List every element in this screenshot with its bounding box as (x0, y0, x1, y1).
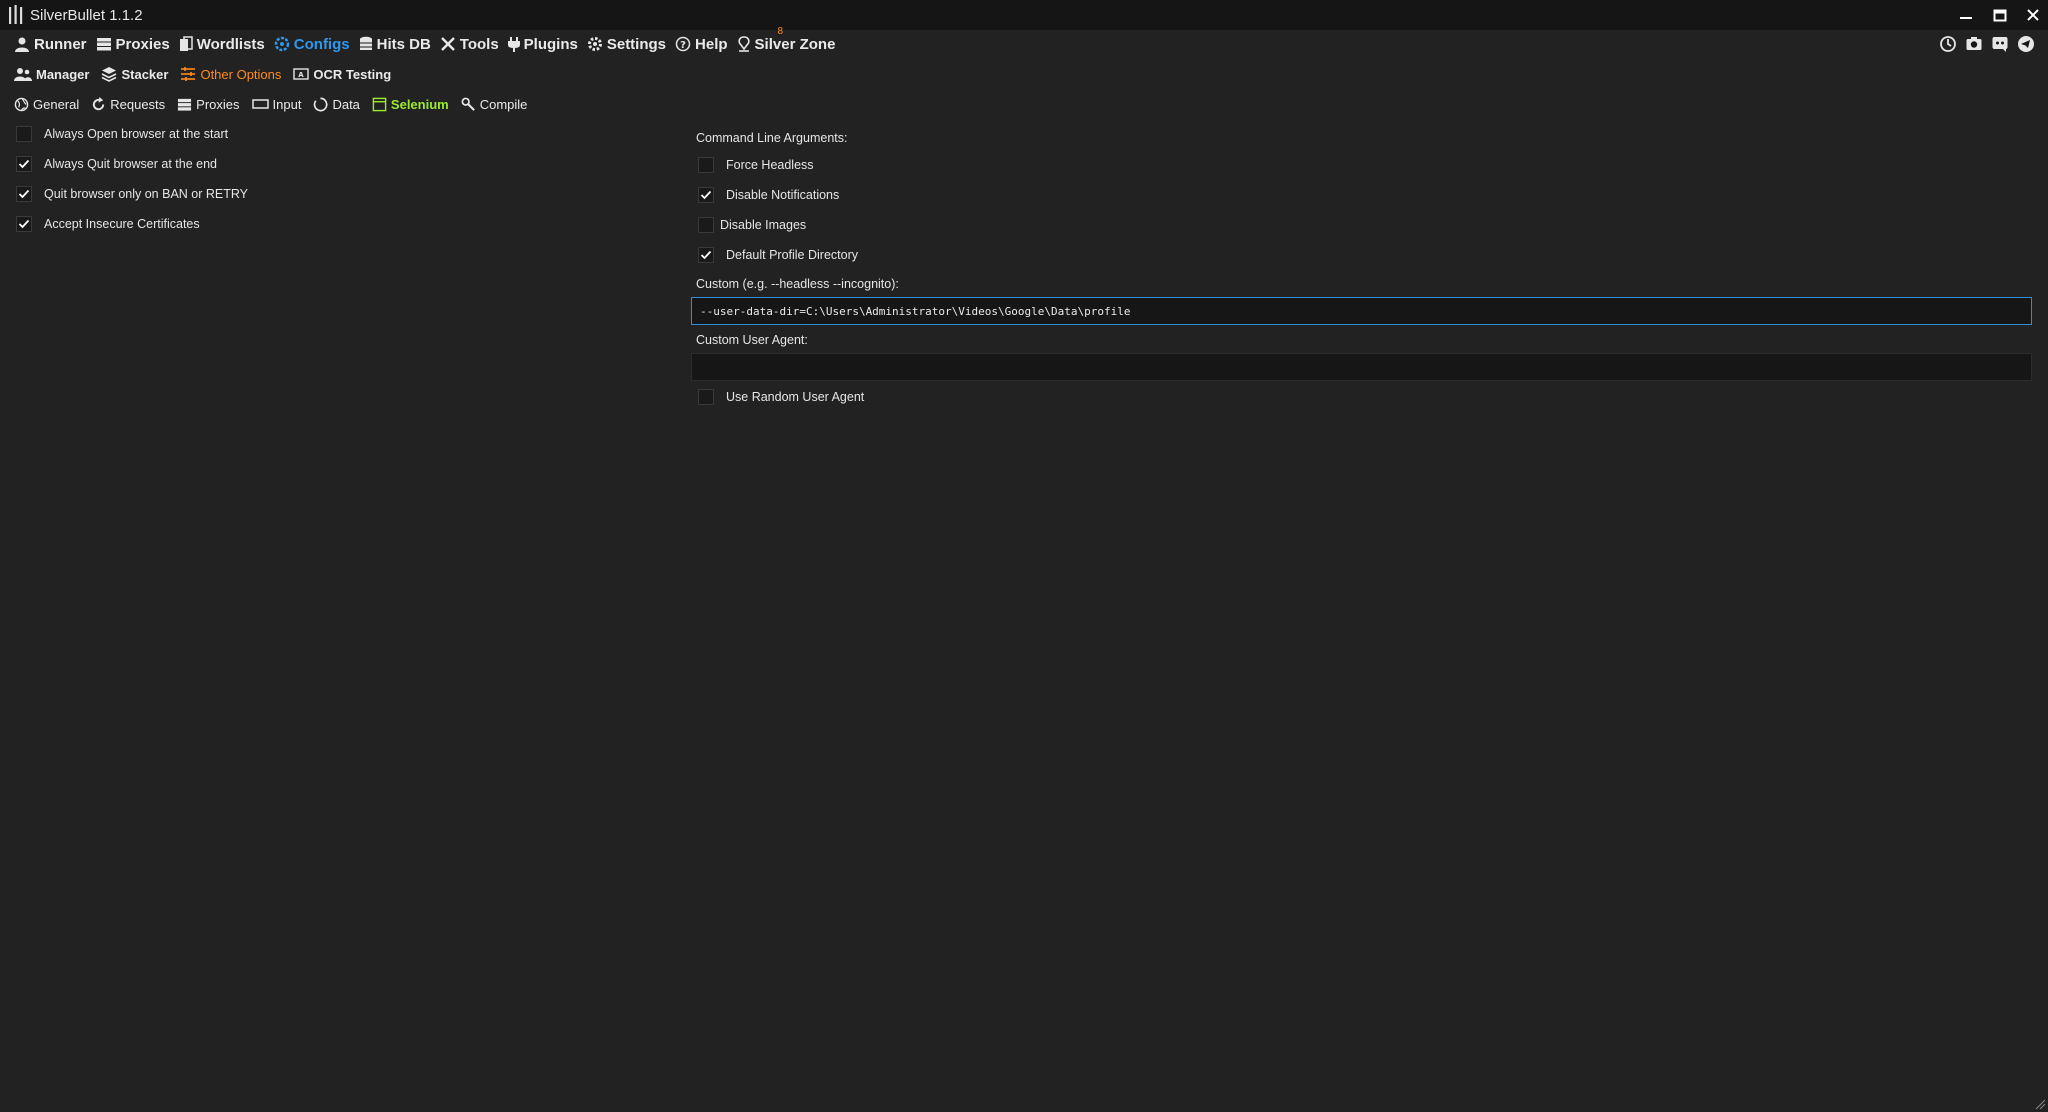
option-accept-insecure-certs: Accept Insecure Certificates (16, 216, 200, 232)
nav-proxies[interactable]: Proxies (96, 36, 170, 53)
tab-manager[interactable]: Manager (14, 67, 89, 82)
tab-data[interactable]: Data (313, 97, 360, 112)
minimize-button[interactable] (1953, 4, 1979, 26)
checkbox-label: Disable Images (720, 218, 807, 232)
nav-runner[interactable]: Runner (14, 36, 87, 53)
globe-icon (14, 97, 29, 111)
nav-wordlists[interactable]: Wordlists (179, 36, 265, 53)
svg-text:A: A (299, 71, 305, 79)
checkbox[interactable] (16, 186, 32, 202)
ocr-icon: A (293, 68, 310, 80)
option-force-headless: Force Headless (698, 157, 814, 173)
checkbox-label: Default Profile Directory (726, 248, 858, 262)
custom-user-agent-label: Custom User Agent: (696, 333, 808, 347)
redo-icon (93, 96, 105, 110)
tab-other-options[interactable]: Other Options (180, 66, 281, 82)
tab-stacker[interactable]: Stacker (101, 66, 168, 82)
option-always-quit-browser: Always Quit browser at the end (16, 156, 217, 172)
checkbox[interactable] (16, 216, 32, 232)
title-bar: SilverBullet 1.1.2 (0, 0, 2048, 30)
maximize-button[interactable] (1987, 4, 2013, 26)
svg-text:?: ? (680, 40, 686, 51)
gear-icon (587, 37, 602, 51)
resize-grip-icon[interactable] (2034, 1098, 2046, 1110)
toolbar-icons (1938, 34, 2036, 54)
option-default-profile-dir: Default Profile Directory (698, 247, 858, 263)
command-line-heading: Command Line Arguments: (696, 131, 848, 145)
custom-args-input[interactable] (691, 297, 2032, 325)
tab-requests[interactable]: Requests (91, 96, 165, 112)
app-logo-icon (9, 5, 23, 24)
nav-configs[interactable]: Configs (274, 36, 350, 53)
server-icon (178, 98, 192, 111)
documents-icon (179, 36, 193, 51)
nav-tools[interactable]: Tools (440, 36, 499, 53)
checkbox[interactable] (16, 126, 32, 142)
nav-silver-zone[interactable]: 8 Silver Zone (737, 26, 835, 53)
checkbox-label: Always Open browser at the start (44, 127, 229, 141)
tab-input[interactable]: Input (251, 97, 301, 112)
checkbox[interactable] (698, 389, 714, 405)
custom-args-label: Custom (e.g. --headless --incognito): (696, 277, 899, 291)
tools-icon (440, 37, 455, 51)
window-title: SilverBullet 1.1.2 (30, 7, 143, 24)
checkbox-label: Disable Notifications (726, 188, 840, 202)
option-disable-images: Disable Images (698, 217, 806, 233)
tab-compile[interactable]: Compile (461, 97, 527, 112)
custom-user-agent-input[interactable] (691, 353, 2032, 381)
settings-gear-icon (274, 36, 290, 52)
database-icon (359, 36, 372, 50)
plug-icon (507, 37, 520, 52)
nav-plugins[interactable]: Plugins (507, 36, 578, 53)
options-subnav: General Requests Proxies Input Data Sele… (14, 93, 539, 115)
history-icon[interactable] (1938, 34, 1958, 54)
close-button[interactable] (2020, 4, 2046, 26)
map-pin-icon (737, 36, 750, 52)
server-icon (96, 38, 111, 51)
option-disable-notifications: Disable Notifications (698, 187, 839, 203)
checkbox-label: Accept Insecure Certificates (44, 217, 200, 231)
browser-icon (372, 97, 387, 111)
main-nav: Runner Proxies Wordlists Configs Hits DB… (14, 26, 844, 55)
layers-icon (102, 67, 117, 82)
checkbox-label: Quit browser only on BAN or RETRY (44, 187, 249, 201)
checkbox[interactable] (698, 157, 714, 173)
tab-general[interactable]: General (14, 97, 79, 112)
checkbox[interactable] (16, 156, 32, 172)
users-icon (14, 68, 32, 81)
wrench-icon (461, 97, 475, 111)
tab-proxies[interactable]: Proxies (177, 97, 240, 112)
nav-settings[interactable]: Settings (587, 36, 666, 53)
checkbox[interactable] (698, 247, 714, 263)
option-always-open-browser: Always Open browser at the start (16, 126, 228, 142)
telegram-icon[interactable] (2016, 34, 2036, 54)
discord-icon[interactable] (1990, 34, 2010, 54)
option-random-user-agent: Use Random User Agent (698, 389, 864, 405)
checkbox[interactable] (698, 187, 714, 203)
configs-subnav: Manager Stacker Other Options A OCR Test… (14, 63, 403, 85)
tab-selenium[interactable]: Selenium (372, 97, 449, 112)
checkbox-label: Use Random User Agent (726, 390, 865, 404)
checkbox-label: Force Headless (726, 158, 814, 172)
option-quit-on-ban-retry: Quit browser only on BAN or RETRY (16, 186, 248, 202)
nav-hits-db[interactable]: Hits DB (359, 36, 431, 53)
input-icon (251, 99, 269, 109)
help-icon: ? (675, 36, 691, 52)
camera-icon[interactable] (1964, 34, 1984, 54)
user-icon (15, 37, 29, 52)
checkbox[interactable] (698, 217, 714, 233)
tab-ocr-testing[interactable]: A OCR Testing (293, 67, 391, 82)
nav-help[interactable]: ? Help (675, 36, 728, 53)
sliders-icon (181, 67, 196, 81)
checkbox-label: Always Quit browser at the end (44, 157, 217, 171)
circle-icon (314, 97, 328, 111)
notification-badge: 8 (777, 25, 784, 37)
